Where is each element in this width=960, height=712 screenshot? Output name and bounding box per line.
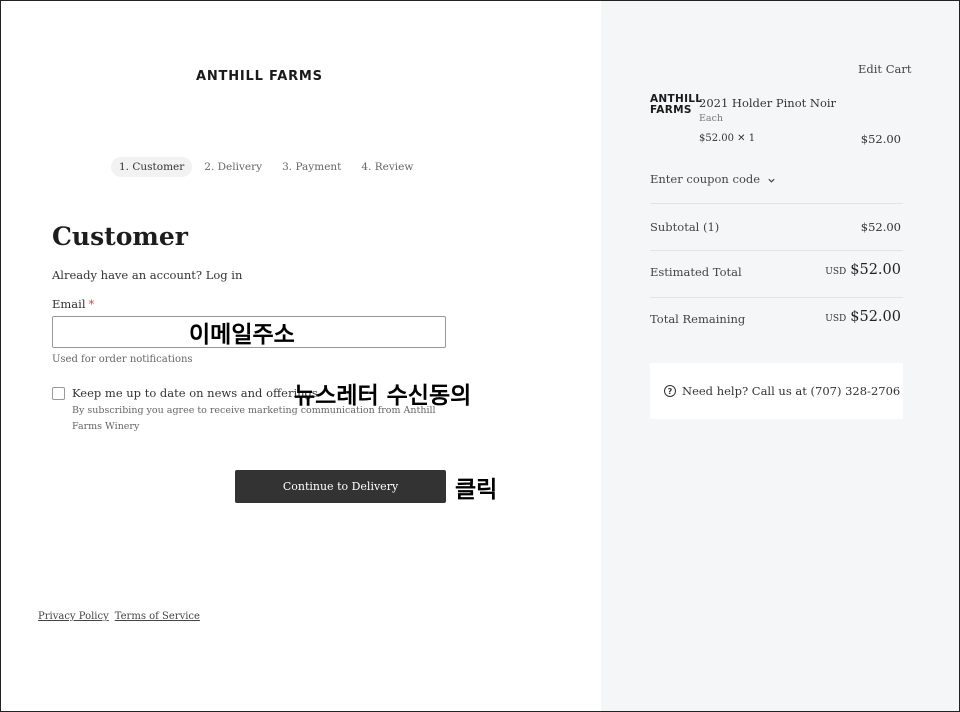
login-link[interactable]: Log in — [206, 268, 243, 282]
email-label-text: Email — [52, 297, 86, 311]
help-box: ? Need help? Call us at (707) 328-2706 — [650, 363, 903, 419]
checkout-window: ANTHILL FARMS 1. Customer 2. Delivery 3.… — [0, 0, 960, 712]
remaining-currency: USD — [825, 314, 847, 324]
newsletter-checkbox[interactable] — [52, 387, 65, 400]
annotation-newsletter: 뉴스레터 수신동의 — [294, 383, 472, 409]
checkout-steps: 1. Customer 2. Delivery 3. Payment 4. Re… — [111, 157, 421, 177]
divider — [650, 203, 903, 204]
email-helper-text: Used for order notifications — [52, 354, 193, 365]
coupon-toggle[interactable]: Enter coupon code — [650, 172, 776, 186]
subtotal-value: $52.00 — [860, 220, 901, 234]
estimated-currency: USD — [825, 267, 847, 277]
step-customer[interactable]: 1. Customer — [111, 157, 193, 177]
edit-cart-link[interactable]: Edit Cart — [858, 62, 912, 76]
annotation-email: 이메일주소 — [189, 322, 295, 348]
divider — [650, 250, 903, 251]
step-review[interactable]: 4. Review — [353, 157, 421, 177]
total-remaining-value: USD $52.00 — [825, 309, 901, 325]
account-prompt: Already have an account? Log in — [52, 268, 242, 282]
estimated-total-value: USD $52.00 — [825, 262, 901, 278]
continue-to-delivery-button[interactable]: Continue to Delivery — [235, 470, 446, 503]
email-label: Email * — [52, 297, 94, 311]
chevron-down-icon — [768, 178, 775, 183]
step-delivery[interactable]: 2. Delivery — [196, 157, 270, 177]
remaining-amount: $52.00 — [850, 309, 901, 325]
product-logo-line2: FARMS — [650, 104, 692, 116]
checkout-main: ANTHILL FARMS 1. Customer 2. Delivery 3.… — [1, 1, 601, 711]
page-title: Customer — [52, 222, 188, 251]
estimated-amount: $52.00 — [850, 262, 901, 278]
newsletter-label[interactable]: Keep me up to date on news and offerings — [72, 386, 318, 400]
product-price: $52.00 — [860, 132, 901, 146]
coupon-label: Enter coupon code — [650, 172, 761, 186]
help-text[interactable]: Need help? Call us at (707) 328-2706 — [682, 384, 900, 398]
brand-logo[interactable]: ANTHILL FARMS — [196, 69, 323, 84]
step-payment[interactable]: 3. Payment — [274, 157, 349, 177]
product-quantity-line: $52.00 ✕ 1 — [699, 133, 756, 144]
estimated-total-label: Estimated Total — [650, 265, 742, 279]
total-remaining-label: Total Remaining — [650, 312, 746, 326]
terms-of-service-link[interactable]: Terms of Service — [115, 611, 200, 622]
product-unit: Each — [699, 113, 724, 124]
privacy-policy-link[interactable]: Privacy Policy — [38, 611, 109, 622]
required-mark: * — [88, 297, 95, 311]
account-prompt-text: Already have an account? — [52, 268, 203, 282]
product-name: 2021 Holder Pinot Noir — [699, 96, 837, 110]
subtotal-label: Subtotal (1) — [650, 220, 720, 234]
product-logo: ANTHILL FARMS — [650, 94, 702, 116]
footer-links: Privacy Policy Terms of Service — [38, 611, 200, 622]
divider — [650, 297, 903, 298]
annotation-click: 클릭 — [455, 477, 498, 503]
question-circle-icon: ? — [664, 385, 676, 397]
